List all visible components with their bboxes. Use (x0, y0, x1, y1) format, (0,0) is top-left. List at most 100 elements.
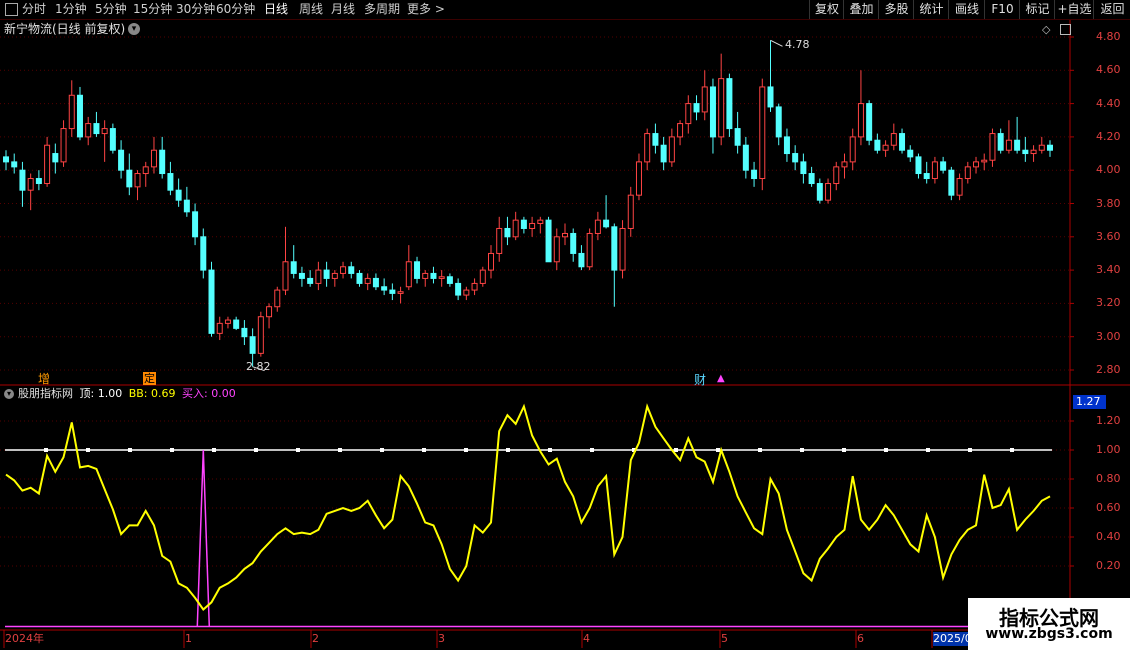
candle-body (381, 286, 388, 291)
marker-cai[interactable]: 财 (694, 371, 706, 388)
candle-body (816, 183, 823, 201)
candle-body (134, 173, 141, 188)
candle-body (841, 161, 848, 168)
candle-body (504, 227, 511, 238)
candle-body (644, 133, 651, 163)
candle-body (241, 327, 248, 338)
top-line-marker (212, 448, 216, 452)
candle-body (833, 166, 840, 185)
candle-body (931, 161, 938, 180)
top-line-marker (968, 448, 972, 452)
candle-body (471, 282, 478, 291)
low-price-label: 2.82 (246, 360, 271, 373)
candle-body (397, 291, 404, 294)
price-tick-label: 3.60 (1096, 229, 1121, 243)
candle-body (940, 161, 947, 171)
candle-body (479, 269, 486, 284)
watermark: 指标公式网 www.zbgs3.com (968, 598, 1130, 650)
candle-body (685, 103, 692, 125)
marker-ding[interactable]: 定 (143, 372, 156, 385)
top-line-marker (464, 448, 468, 452)
kline-chart (0, 20, 1130, 648)
candle-body (652, 133, 659, 146)
candle-body (775, 106, 782, 138)
candle-body (257, 316, 264, 354)
candle-body (438, 276, 445, 279)
candle-body (890, 133, 897, 146)
price-tick-label: 4.00 (1096, 163, 1121, 177)
candle-body (512, 219, 519, 238)
price-tick-label: 3.20 (1096, 296, 1121, 310)
candle-body (677, 123, 684, 138)
diamond-icon[interactable]: ◇ (1042, 23, 1050, 36)
candle-body (800, 161, 807, 175)
candle-body (1030, 149, 1037, 155)
time-axis-label: 2024年 (5, 632, 44, 645)
top-line-marker (800, 448, 804, 452)
expand-icon[interactable] (1060, 24, 1071, 35)
top-line-marker (506, 448, 510, 452)
candle-body (68, 94, 75, 130)
candle-body (545, 219, 552, 263)
top-line-marker (716, 448, 720, 452)
candle-body (709, 86, 716, 138)
candle-body (3, 156, 9, 163)
time-axis-label: 2025/0 (933, 632, 972, 646)
candle-body (488, 252, 495, 271)
candle-body (315, 269, 322, 284)
price-tick-label: 3.40 (1096, 263, 1121, 277)
time-axis-label: 4 (583, 632, 590, 645)
candle-body (175, 189, 182, 201)
candle-body (233, 319, 240, 329)
candle-body (1047, 144, 1053, 151)
candle-body (973, 161, 980, 168)
indicator-tick-label: 0.20 (1096, 559, 1121, 572)
candle-body (224, 319, 231, 324)
marker-zeng[interactable]: 增 (38, 370, 50, 387)
indicator-tick-label: 1.20 (1096, 414, 1121, 427)
time-axis-label: 5 (721, 632, 728, 645)
top-line-marker (86, 448, 90, 452)
candle-body (282, 261, 289, 291)
candle-body (907, 149, 914, 158)
candle-body (874, 139, 881, 151)
candle-body (997, 133, 1004, 151)
candle-body (923, 173, 930, 180)
candle-body (866, 103, 873, 141)
candle-body (849, 136, 856, 163)
candle-body (693, 103, 700, 113)
price-tick-label: 4.40 (1096, 96, 1121, 110)
candle-body (520, 219, 527, 229)
top-line-marker (254, 448, 258, 452)
candle-body (857, 103, 864, 138)
top-line-marker (842, 448, 846, 452)
candle-body (783, 136, 790, 155)
candle-body (389, 289, 396, 294)
candle-body (956, 178, 963, 196)
time-axis-label: 2 (312, 632, 319, 645)
candle-body (331, 272, 338, 279)
candle-body (44, 144, 51, 185)
candle-body (726, 78, 733, 130)
candle-body (356, 272, 363, 284)
price-tick-label: 2.80 (1096, 363, 1121, 376)
candle-body (537, 219, 544, 224)
candle-body (430, 272, 437, 279)
candle-body (27, 178, 34, 191)
candle-body (298, 272, 305, 279)
price-tick-label: 4.60 (1096, 63, 1121, 77)
candle-body (266, 306, 273, 318)
candle-body (290, 261, 297, 274)
candle-body (553, 236, 560, 263)
top-line-marker (44, 448, 48, 452)
indicator-plot (5, 403, 1052, 628)
candle-body (414, 261, 421, 279)
candle-body (808, 173, 815, 185)
candle-body (35, 178, 42, 185)
candle-body (192, 211, 199, 238)
candle-body (307, 277, 314, 284)
arrow-up-marker-icon[interactable]: ▲ (717, 373, 725, 384)
candle-body (93, 123, 100, 135)
candle-body (1022, 149, 1029, 155)
candle-body (751, 169, 758, 180)
